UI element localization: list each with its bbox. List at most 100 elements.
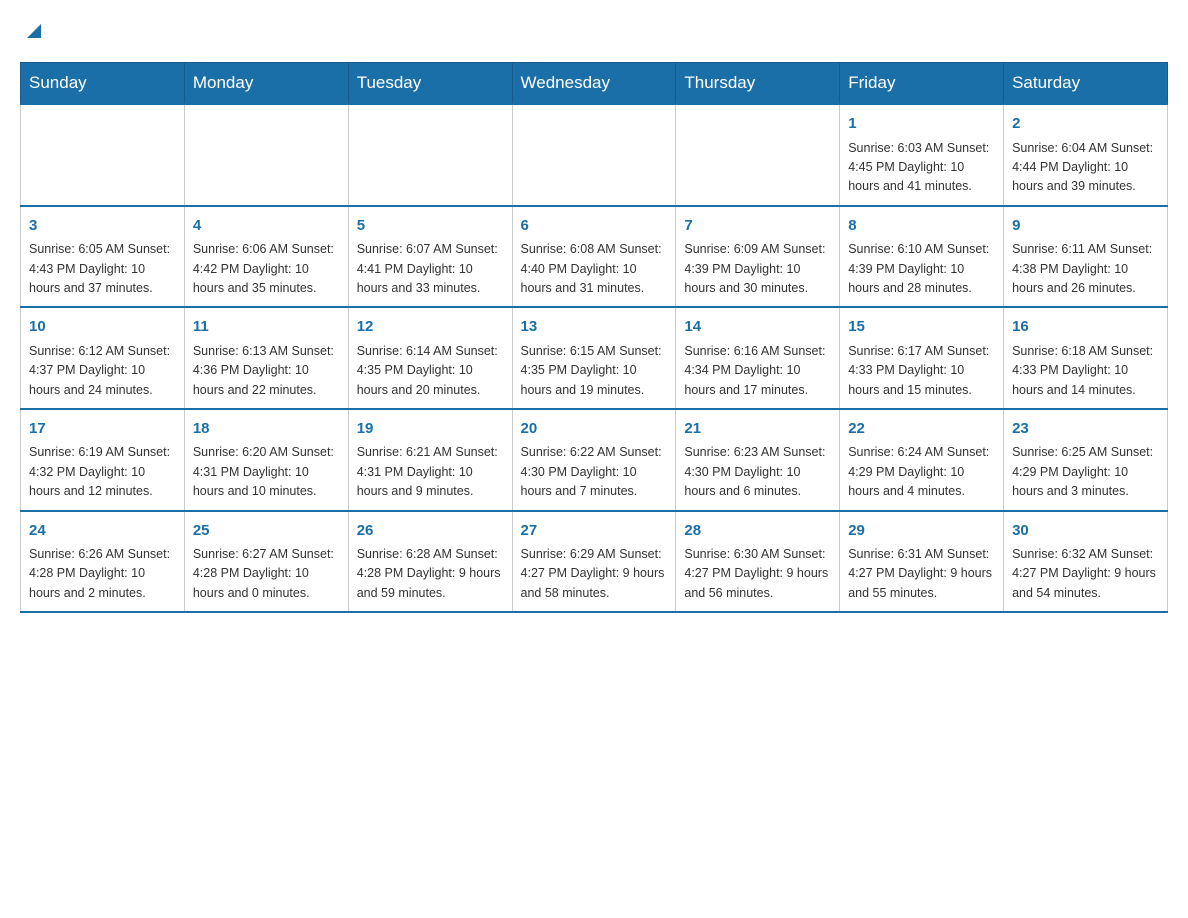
- day-info: Sunrise: 6:19 AM Sunset: 4:32 PM Dayligh…: [29, 443, 176, 501]
- calendar-cell: [512, 104, 676, 206]
- day-info: Sunrise: 6:17 AM Sunset: 4:33 PM Dayligh…: [848, 342, 995, 400]
- calendar-cell: 16 Sunrise: 6:18 AM Sunset: 4:33 PM Dayli…: [1004, 307, 1168, 409]
- day-info: Sunrise: 6:06 AM Sunset: 4:42 PM Dayligh…: [193, 240, 340, 298]
- day-number: 28: [684, 520, 831, 543]
- calendar-cell: [184, 104, 348, 206]
- calendar-cell: 25Sunrise: 6:27 AM Sunset: 4:28 PM Dayli…: [184, 511, 348, 613]
- day-number: 13: [521, 316, 668, 339]
- day-number: 29: [848, 520, 995, 543]
- calendar-table: SundayMondayTuesdayWednesdayThursdayFrid…: [20, 62, 1168, 613]
- day-info: Sunrise: 6:26 AM Sunset: 4:28 PM Dayligh…: [29, 545, 176, 603]
- logo: [20, 20, 45, 42]
- calendar-cell: 3Sunrise: 6:05 AM Sunset: 4:43 PM Daylig…: [21, 206, 185, 308]
- day-number: 18: [193, 418, 340, 441]
- calendar-cell: 22Sunrise: 6:24 AM Sunset: 4:29 PM Dayli…: [840, 409, 1004, 511]
- calendar-cell: [21, 104, 185, 206]
- day-number: 9: [1012, 215, 1159, 238]
- day-info: Sunrise: 6:27 AM Sunset: 4:28 PM Dayligh…: [193, 545, 340, 603]
- day-info: Sunrise: 6:18 AM Sunset: 4:33 PM Dayligh…: [1012, 342, 1159, 400]
- calendar-cell: 20Sunrise: 6:22 AM Sunset: 4:30 PM Dayli…: [512, 409, 676, 511]
- calendar-cell: [676, 104, 840, 206]
- calendar-cell: 17Sunrise: 6:19 AM Sunset: 4:32 PM Dayli…: [21, 409, 185, 511]
- day-info: Sunrise: 6:32 AM Sunset: 4:27 PM Dayligh…: [1012, 545, 1159, 603]
- calendar-cell: 2 Sunrise: 6:04 AM Sunset: 4:44 PM Daylig…: [1004, 104, 1168, 206]
- day-info: Sunrise: 6:13 AM Sunset: 4:36 PM Dayligh…: [193, 342, 340, 400]
- day-info: Sunrise: 6:05 AM Sunset: 4:43 PM Dayligh…: [29, 240, 176, 298]
- calendar-week-4: 17Sunrise: 6:19 AM Sunset: 4:32 PM Dayli…: [21, 409, 1168, 511]
- calendar-cell: 7Sunrise: 6:09 AM Sunset: 4:39 PM Daylig…: [676, 206, 840, 308]
- day-number: 15: [848, 316, 995, 339]
- day-info: Sunrise: 6:16 AM Sunset: 4:34 PM Dayligh…: [684, 342, 831, 400]
- day-number: 19: [357, 418, 504, 441]
- day-number: 21: [684, 418, 831, 441]
- day-number: 20: [521, 418, 668, 441]
- calendar-week-5: 24Sunrise: 6:26 AM Sunset: 4:28 PM Dayli…: [21, 511, 1168, 613]
- day-number: 12: [357, 316, 504, 339]
- day-number: 2: [1012, 113, 1159, 136]
- day-number: 6: [521, 215, 668, 238]
- calendar-cell: 15 Sunrise: 6:17 AM Sunset: 4:33 PM Dayli…: [840, 307, 1004, 409]
- day-number: 5: [357, 215, 504, 238]
- calendar-cell: 28Sunrise: 6:30 AM Sunset: 4:27 PM Dayli…: [676, 511, 840, 613]
- day-of-week-saturday: Saturday: [1004, 63, 1168, 105]
- day-info: Sunrise: 6:28 AM Sunset: 4:28 PM Dayligh…: [357, 545, 504, 603]
- calendar-cell: 30Sunrise: 6:32 AM Sunset: 4:27 PM Dayli…: [1004, 511, 1168, 613]
- calendar-week-1: 1 Sunrise: 6:03 AM Sunset: 4:45 PM Daylig…: [21, 104, 1168, 206]
- day-info: Sunrise: 6:12 AM Sunset: 4:37 PM Dayligh…: [29, 342, 176, 400]
- calendar-cell: 10 Sunrise: 6:12 AM Sunset: 4:37 PM Dayli…: [21, 307, 185, 409]
- calendar-cell: 29Sunrise: 6:31 AM Sunset: 4:27 PM Dayli…: [840, 511, 1004, 613]
- day-info: Sunrise: 6:11 AM Sunset: 4:38 PM Dayligh…: [1012, 240, 1159, 298]
- day-info: Sunrise: 6:31 AM Sunset: 4:27 PM Dayligh…: [848, 545, 995, 603]
- day-info: Sunrise: 6:25 AM Sunset: 4:29 PM Dayligh…: [1012, 443, 1159, 501]
- day-number: 23: [1012, 418, 1159, 441]
- calendar-cell: 12 Sunrise: 6:14 AM Sunset: 4:35 PM Dayli…: [348, 307, 512, 409]
- day-number: 16: [1012, 316, 1159, 339]
- calendar-cell: 26Sunrise: 6:28 AM Sunset: 4:28 PM Dayli…: [348, 511, 512, 613]
- calendar-cell: 21Sunrise: 6:23 AM Sunset: 4:30 PM Dayli…: [676, 409, 840, 511]
- day-number: 10: [29, 316, 176, 339]
- day-info: Sunrise: 6:22 AM Sunset: 4:30 PM Dayligh…: [521, 443, 668, 501]
- calendar-cell: 23Sunrise: 6:25 AM Sunset: 4:29 PM Dayli…: [1004, 409, 1168, 511]
- calendar-header-row: SundayMondayTuesdayWednesdayThursdayFrid…: [21, 63, 1168, 105]
- calendar-cell: 11 Sunrise: 6:13 AM Sunset: 4:36 PM Dayli…: [184, 307, 348, 409]
- day-number: 7: [684, 215, 831, 238]
- calendar-cell: [348, 104, 512, 206]
- day-info: Sunrise: 6:23 AM Sunset: 4:30 PM Dayligh…: [684, 443, 831, 501]
- day-of-week-monday: Monday: [184, 63, 348, 105]
- day-info: Sunrise: 6:21 AM Sunset: 4:31 PM Dayligh…: [357, 443, 504, 501]
- calendar-cell: 13 Sunrise: 6:15 AM Sunset: 4:35 PM Dayli…: [512, 307, 676, 409]
- day-info: Sunrise: 6:30 AM Sunset: 4:27 PM Dayligh…: [684, 545, 831, 603]
- day-of-week-wednesday: Wednesday: [512, 63, 676, 105]
- calendar-cell: 24Sunrise: 6:26 AM Sunset: 4:28 PM Dayli…: [21, 511, 185, 613]
- day-info: Sunrise: 6:20 AM Sunset: 4:31 PM Dayligh…: [193, 443, 340, 501]
- calendar-week-3: 10 Sunrise: 6:12 AM Sunset: 4:37 PM Dayli…: [21, 307, 1168, 409]
- calendar-cell: 9Sunrise: 6:11 AM Sunset: 4:38 PM Daylig…: [1004, 206, 1168, 308]
- day-info: Sunrise: 6:15 AM Sunset: 4:35 PM Dayligh…: [521, 342, 668, 400]
- day-info: Sunrise: 6:14 AM Sunset: 4:35 PM Dayligh…: [357, 342, 504, 400]
- day-number: 1: [848, 113, 995, 136]
- day-number: 30: [1012, 520, 1159, 543]
- day-number: 4: [193, 215, 340, 238]
- day-of-week-friday: Friday: [840, 63, 1004, 105]
- day-number: 8: [848, 215, 995, 238]
- day-number: 3: [29, 215, 176, 238]
- day-info: Sunrise: 6:04 AM Sunset: 4:44 PM Dayligh…: [1012, 139, 1159, 197]
- calendar-cell: 5Sunrise: 6:07 AM Sunset: 4:41 PM Daylig…: [348, 206, 512, 308]
- day-number: 26: [357, 520, 504, 543]
- day-number: 11: [193, 316, 340, 339]
- day-number: 22: [848, 418, 995, 441]
- calendar-cell: 1 Sunrise: 6:03 AM Sunset: 4:45 PM Daylig…: [840, 104, 1004, 206]
- calendar-cell: 4Sunrise: 6:06 AM Sunset: 4:42 PM Daylig…: [184, 206, 348, 308]
- day-info: Sunrise: 6:10 AM Sunset: 4:39 PM Dayligh…: [848, 240, 995, 298]
- calendar-cell: 19Sunrise: 6:21 AM Sunset: 4:31 PM Dayli…: [348, 409, 512, 511]
- calendar-cell: 6Sunrise: 6:08 AM Sunset: 4:40 PM Daylig…: [512, 206, 676, 308]
- calendar-cell: 27Sunrise: 6:29 AM Sunset: 4:27 PM Dayli…: [512, 511, 676, 613]
- day-of-week-tuesday: Tuesday: [348, 63, 512, 105]
- day-of-week-sunday: Sunday: [21, 63, 185, 105]
- day-number: 24: [29, 520, 176, 543]
- day-info: Sunrise: 6:07 AM Sunset: 4:41 PM Dayligh…: [357, 240, 504, 298]
- calendar-cell: 14Sunrise: 6:16 AM Sunset: 4:34 PM Dayli…: [676, 307, 840, 409]
- day-info: Sunrise: 6:03 AM Sunset: 4:45 PM Dayligh…: [848, 139, 995, 197]
- day-info: Sunrise: 6:08 AM Sunset: 4:40 PM Dayligh…: [521, 240, 668, 298]
- day-info: Sunrise: 6:29 AM Sunset: 4:27 PM Dayligh…: [521, 545, 668, 603]
